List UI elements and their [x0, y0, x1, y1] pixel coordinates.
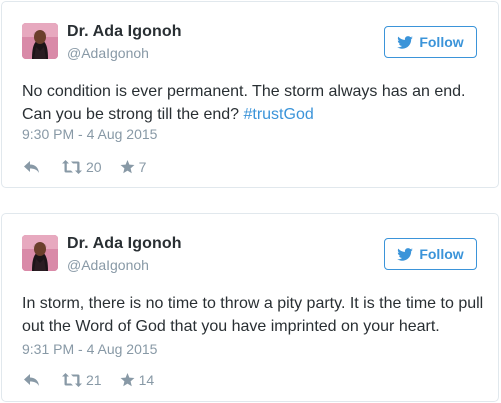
retweet-icon: [62, 373, 82, 387]
hashtag-link[interactable]: #trustGod: [243, 106, 313, 123]
reply-icon: [24, 160, 40, 174]
favorite-button[interactable]: 7: [120, 159, 147, 175]
avatar-image: [22, 235, 58, 271]
retweet-icon: [62, 160, 82, 174]
retweet-count: 20: [86, 159, 102, 175]
favorite-button[interactable]: 14: [120, 372, 155, 388]
avatar[interactable]: [22, 235, 58, 271]
author-name[interactable]: Dr. Ada Igonoh: [67, 235, 182, 253]
favorite-count: 14: [138, 372, 155, 388]
follow-button[interactable]: Follow: [384, 238, 477, 270]
tweet-text: No condition is ever permanent. The stor…: [22, 80, 487, 126]
avatar[interactable]: [22, 23, 58, 59]
tweet-text: In storm, there is no time to throw a pi…: [22, 292, 487, 338]
retweet-count: 21: [86, 372, 102, 388]
follow-label: Follow: [419, 34, 464, 50]
author-name[interactable]: Dr. Ada Igonoh: [67, 23, 182, 41]
retweet-button[interactable]: 21: [62, 372, 102, 388]
author-handle[interactable]: @AdaIgonoh: [67, 257, 149, 273]
tweet-card: Dr. Ada Igonoh @AdaIgonoh Follow No cond…: [1, 1, 499, 188]
author-handle[interactable]: @AdaIgonoh: [67, 45, 149, 61]
tweet-actions: 21 14: [24, 370, 154, 390]
tweet-text-body: In storm, there is no time to throw a pi…: [22, 295, 484, 335]
bird-icon: [397, 35, 414, 49]
reply-button[interactable]: [24, 160, 40, 174]
tweet-timestamp[interactable]: 9:31 PM - 4 Aug 2015: [22, 341, 157, 357]
star-icon: [120, 160, 135, 174]
follow-label: Follow: [419, 246, 464, 262]
tweet-card: Dr. Ada Igonoh @AdaIgonoh Follow In stor…: [1, 213, 499, 402]
tweet-timestamp[interactable]: 9:30 PM - 4 Aug 2015: [22, 126, 157, 142]
bird-icon: [397, 247, 414, 261]
favorite-count: 7: [138, 159, 147, 175]
retweet-button[interactable]: 20: [62, 159, 102, 175]
follow-button[interactable]: Follow: [384, 26, 477, 58]
star-icon: [120, 373, 135, 387]
avatar-image: [22, 23, 58, 59]
reply-button[interactable]: [24, 373, 40, 387]
reply-icon: [24, 373, 40, 387]
tweet-actions: 20 7: [24, 157, 146, 177]
